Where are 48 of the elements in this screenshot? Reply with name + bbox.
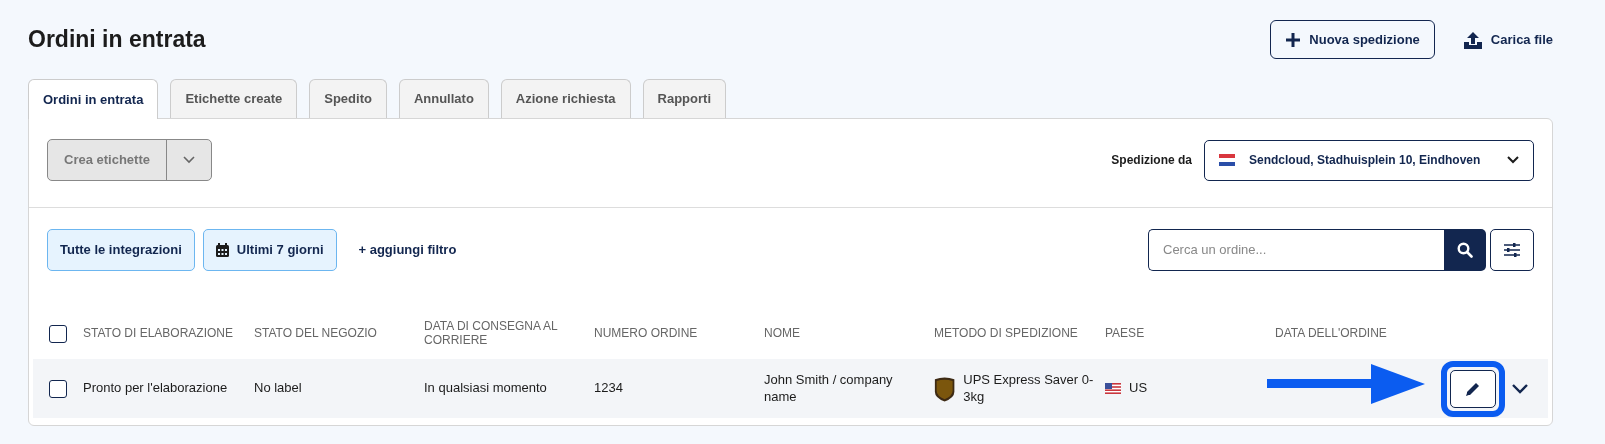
date-filter[interactable]: Ultimi 7 giorni: [202, 229, 337, 271]
column-header: NUMERO ORDINE: [594, 327, 699, 341]
new-shipment-button[interactable]: Nuova spedizione: [1270, 19, 1435, 60]
upload-icon: [1462, 30, 1483, 49]
tab[interactable]: Annullato: [398, 79, 489, 118]
shield-icon: [934, 374, 956, 403]
column-header: STATO DEL NEGOZIO: [254, 327, 378, 341]
table-cell-text: John Smith / company name: [764, 371, 894, 406]
column-header: PAESE: [1105, 327, 1146, 341]
sliders-icon: [1504, 243, 1520, 257]
column-header: DATA DELL'ORDINE: [1275, 327, 1388, 341]
search-button[interactable]: [1444, 229, 1486, 271]
flag-icon: [1219, 154, 1235, 166]
plus-icon: [1285, 31, 1302, 48]
page-title: Ordini in entrata: [28, 25, 206, 54]
table-cell-text: 1234: [594, 380, 624, 397]
table-cell-text: Pronto per l'elaborazione: [83, 380, 229, 397]
chevron-down-icon: [183, 156, 195, 164]
ship-from-label: Spedizione da: [1111, 152, 1192, 169]
filter-settings-button[interactable]: [1490, 229, 1534, 271]
upload-file-button[interactable]: Carica file: [1462, 29, 1553, 50]
column-header: NOME: [764, 327, 801, 341]
tab[interactable]: Ordini in entrata: [28, 79, 159, 119]
table-cell: US: [1129, 380, 1148, 397]
edit-button[interactable]: [1450, 369, 1496, 408]
table-cell-text: UPS Express Saver 0-3kg: [963, 371, 1095, 406]
tab[interactable]: Azione richiesta: [500, 79, 631, 118]
add-filter-link[interactable]: + aggiungi filtro: [344, 240, 471, 260]
column-header: STATO DI ELABORAZIONE: [83, 327, 235, 341]
table-cell-text: In qualsiasi momento: [424, 380, 548, 397]
tab[interactable]: Etichette create: [170, 79, 298, 118]
checkbox[interactable]: [49, 379, 67, 398]
tab[interactable]: Rapporti: [642, 79, 726, 118]
chevron-down-icon: [1507, 156, 1519, 164]
integrations-filter[interactable]: Tutte le integrazioni: [47, 229, 195, 271]
calendar-icon: [215, 243, 229, 257]
chevron-down-icon: [1512, 384, 1528, 395]
checkbox[interactable]: [49, 325, 67, 343]
ship-from-select[interactable]: Sendcloud, Stadhuisplein 10, Eindhoven: [1204, 139, 1534, 181]
search-icon: [1457, 242, 1473, 258]
table-cell-text: No label: [254, 380, 303, 397]
tab[interactable]: Spedito: [309, 79, 387, 118]
search-field[interactable]: Cerca un ordine...: [1148, 229, 1444, 271]
column-header: METODO DI SPEDIZIONE: [934, 327, 1079, 341]
highlight-ring: [1441, 360, 1505, 417]
column-header: DATA DI CONSEGNA AL CORRIERE: [424, 320, 559, 348]
flag-icon: [1105, 383, 1121, 394]
pencil-icon: [1465, 380, 1481, 397]
